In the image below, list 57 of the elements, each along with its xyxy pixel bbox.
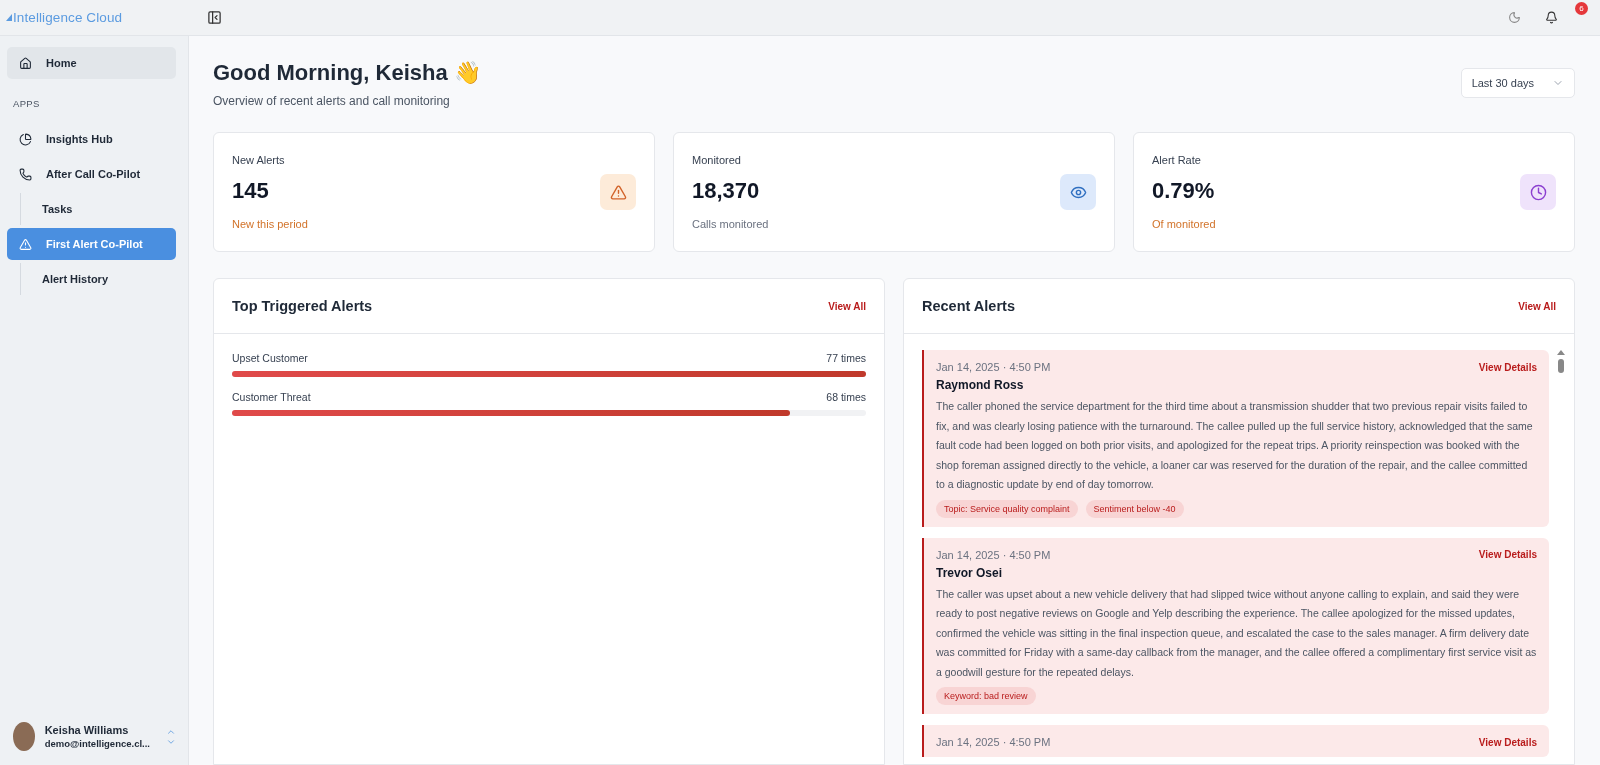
- home-icon: [19, 56, 32, 70]
- caller-name: Raymond Ross: [936, 378, 1025, 392]
- stat-value: 18,370: [692, 178, 761, 204]
- alert-count: 77 times: [826, 352, 866, 364]
- panel-title: Recent Alerts: [922, 298, 1015, 314]
- stat-label: New Alerts: [232, 154, 286, 166]
- nav-item[interactable]: Insights Hub: [7, 123, 176, 155]
- nav-subitem[interactable]: Tasks: [21, 195, 176, 223]
- view-details-link[interactable]: View Details: [1478, 736, 1537, 748]
- user-name: Keisha Williams: [44, 724, 130, 736]
- bell-icon[interactable]: [1543, 9, 1560, 26]
- stat-label: Alert Rate: [1152, 154, 1202, 166]
- panel-title: Top Triggered Alerts: [232, 298, 373, 314]
- alert-count: 68 times: [826, 391, 866, 403]
- alert-name: Customer Threat: [232, 391, 311, 403]
- view-all-link[interactable]: View All: [828, 300, 866, 312]
- alert-tag: Sentiment below -40: [1085, 499, 1184, 518]
- page-title: Good Morning, Keisha 👋: [213, 60, 481, 86]
- avatar: [13, 722, 35, 751]
- alert-name: Upset Customer: [232, 352, 308, 364]
- scrollbar-thumb[interactable]: [1557, 359, 1564, 373]
- alert-summary: The caller phoned the service department for the third time about a transmission shudder that two previous repair visits failed to fix, and was clearly losing patience with the turnaround. The callee pulled up the full service history, acknowledged that the same fault code had been logged on both prior visits, and apologized for the repeat trips. A priority reinspection was booked with the shop foreman assigned directly to the vehicle, a loaner car was reserved for the duration of the repair, and the callee committed to a diagnostic update by end of day tomorrow.: [936, 399, 1534, 492]
- pie-chart-icon: [19, 132, 32, 146]
- stat-value: 0.79%: [1152, 178, 1216, 204]
- eye-icon: [1060, 174, 1096, 210]
- page-subtitle: Overview of recent alerts and call monitoring: [213, 94, 451, 108]
- view-details-link[interactable]: View Details: [1478, 361, 1537, 373]
- stat-note: Of monitored: [1152, 218, 1216, 230]
- sidebar-toggle-button[interactable]: [205, 8, 224, 27]
- alert-tag: Keyword: bad review: [936, 687, 1036, 705]
- warning-icon: [19, 237, 32, 251]
- alert-date: Jan 14, 2025 · 4:50 PM: [936, 361, 1051, 373]
- phone-icon: [19, 167, 32, 181]
- nav-item[interactable]: Home: [7, 47, 176, 79]
- clock-icon: [1520, 174, 1556, 210]
- section-heading: APPS: [12, 97, 41, 111]
- nav-subitem[interactable]: Alert History: [21, 265, 176, 293]
- notification-badge: 6: [1575, 2, 1588, 15]
- user-email: demo@intelligence.cl...: [44, 738, 150, 749]
- date-range-select[interactable]: Last 30 days: [1460, 68, 1575, 98]
- brand-logo: Intelligence Cloud: [13, 10, 123, 25]
- alert-date: Jan 14, 2025 · 4:50 PM: [936, 736, 1051, 748]
- stat-note: New this period: [232, 218, 308, 230]
- view-all-link[interactable]: View All: [1518, 300, 1556, 312]
- alert-summary: The caller was upset about a new vehicle delivery that had slipped twice without anyone calling to explain, and said they were ready to post negative reviews on Google and Yelp describing the experience. The callee apologized for the missed updates, confirmed the vehicle was sitting in the final inspection queue, and escalated the case to the sales manager. A firm delivery date was committed for Friday with a same-day callback from the manager, and the callee offered a complimentary first service visit as a goodwill gesture for the repeated delays.: [936, 586, 1537, 680]
- view-details-link[interactable]: View Details: [1478, 549, 1537, 560]
- nav-item[interactable]: After Call Co-Pilot: [7, 158, 176, 190]
- logo-icon: [6, 14, 12, 21]
- stat-value: 145: [232, 178, 270, 204]
- moon-icon[interactable]: [1506, 9, 1523, 26]
- alert-date: Jan 14, 2025 · 4:50 PM: [936, 548, 1051, 561]
- stat-label: Monitored: [692, 154, 742, 166]
- warning-icon: [600, 174, 636, 210]
- stat-note: Calls monitored: [692, 218, 769, 230]
- scroll-up-icon[interactable]: [1556, 350, 1565, 355]
- caller-name: Trevor Osei: [936, 565, 1004, 580]
- alert-tag: Topic: Service quality complaint: [936, 499, 1078, 518]
